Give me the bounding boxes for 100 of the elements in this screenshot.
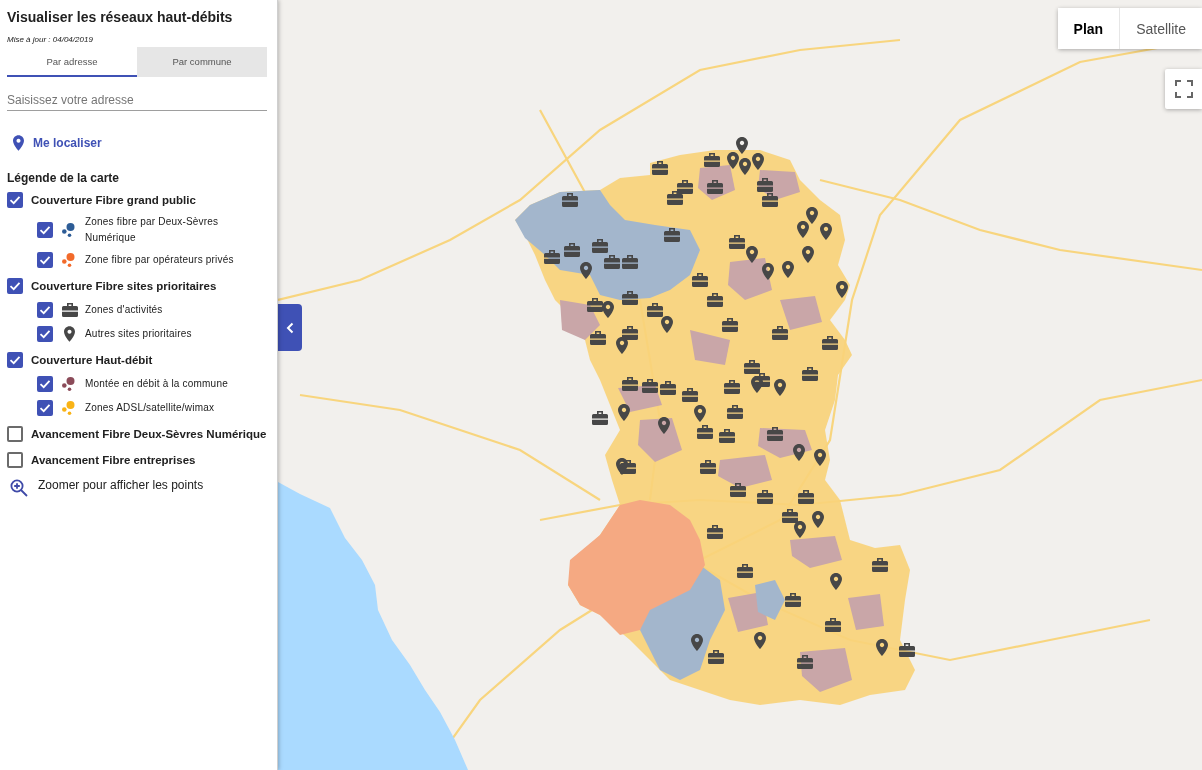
briefcase-marker-icon[interactable]: [622, 377, 638, 391]
briefcase-marker-icon[interactable]: [592, 239, 608, 253]
briefcase-marker-icon[interactable]: [724, 380, 740, 394]
briefcase-marker-icon[interactable]: [782, 509, 798, 523]
briefcase-marker-icon[interactable]: [647, 303, 663, 317]
collapse-sidebar-button[interactable]: [278, 304, 302, 351]
briefcase-marker-icon[interactable]: [704, 153, 720, 167]
map-pin-icon[interactable]: [691, 634, 703, 651]
briefcase-marker-icon[interactable]: [622, 326, 638, 340]
layer-label: Zones ADSL/satellite/wimax: [85, 401, 215, 415]
checkbox[interactable]: [7, 192, 23, 208]
briefcase-marker-icon[interactable]: [590, 331, 606, 345]
briefcase-marker-icon[interactable]: [899, 643, 915, 657]
map-pin-icon[interactable]: [616, 458, 628, 475]
briefcase-marker-icon[interactable]: [722, 318, 738, 332]
briefcase-marker-icon[interactable]: [622, 255, 638, 269]
checkbox[interactable]: [7, 452, 23, 468]
briefcase-marker-icon[interactable]: [737, 564, 753, 578]
map-pin-icon[interactable]: [751, 376, 763, 393]
map-pin-icon[interactable]: [752, 153, 764, 170]
map-pin-icon[interactable]: [754, 632, 766, 649]
briefcase-marker-icon[interactable]: [707, 293, 723, 307]
map-pin-icon[interactable]: [820, 223, 832, 240]
briefcase-marker-icon[interactable]: [772, 326, 788, 340]
map-pin-icon[interactable]: [830, 573, 842, 590]
checkbox[interactable]: [37, 252, 53, 268]
briefcase-marker-icon[interactable]: [762, 193, 778, 207]
briefcase-marker-icon[interactable]: [785, 593, 801, 607]
checkbox[interactable]: [37, 376, 53, 392]
map-pin-icon[interactable]: [876, 639, 888, 656]
briefcase-marker-icon[interactable]: [825, 618, 841, 632]
briefcase-marker-icon[interactable]: [700, 460, 716, 474]
map-pin-icon[interactable]: [802, 246, 814, 263]
briefcase-marker-icon[interactable]: [677, 180, 693, 194]
map-pin-icon[interactable]: [661, 316, 673, 333]
map-pin-icon[interactable]: [806, 207, 818, 224]
map-pin-icon[interactable]: [739, 158, 751, 175]
briefcase-marker-icon[interactable]: [592, 411, 608, 425]
briefcase-marker-icon[interactable]: [872, 558, 888, 572]
briefcase-marker-icon[interactable]: [564, 243, 580, 257]
map-pin-icon[interactable]: [797, 221, 809, 238]
map-type-button[interactable]: Satellite: [1119, 8, 1202, 49]
briefcase-marker-icon[interactable]: [744, 360, 760, 374]
briefcase-marker-icon[interactable]: [767, 427, 783, 441]
fullscreen-button[interactable]: [1165, 69, 1202, 109]
briefcase-marker-icon[interactable]: [544, 250, 560, 264]
map-pin-icon[interactable]: [794, 521, 806, 538]
map-pin-icon[interactable]: [762, 263, 774, 280]
briefcase-marker-icon[interactable]: [682, 388, 698, 402]
legend-title: Légende de la carte: [7, 171, 120, 185]
map-pin-icon[interactable]: [736, 137, 748, 154]
briefcase-marker-icon[interactable]: [802, 367, 818, 381]
search-tab[interactable]: Par commune: [137, 47, 267, 77]
map-pin-icon[interactable]: [658, 417, 670, 434]
briefcase-marker-icon[interactable]: [667, 191, 683, 205]
checkbox[interactable]: [37, 326, 53, 342]
map-pin-icon[interactable]: [814, 449, 826, 466]
checkbox[interactable]: [37, 400, 53, 416]
map-pin-icon[interactable]: [746, 246, 758, 263]
briefcase-marker-icon[interactable]: [707, 180, 723, 194]
briefcase-marker-icon[interactable]: [798, 490, 814, 504]
briefcase-marker-icon[interactable]: [719, 429, 735, 443]
map-pin-icon[interactable]: [618, 404, 630, 421]
briefcase-marker-icon[interactable]: [822, 336, 838, 350]
briefcase-marker-icon[interactable]: [652, 161, 668, 175]
checkbox[interactable]: [37, 302, 53, 318]
briefcase-marker-icon[interactable]: [692, 273, 708, 287]
map-pin-icon[interactable]: [616, 337, 628, 354]
map-type-button[interactable]: Plan: [1057, 8, 1120, 49]
checkbox[interactable]: [7, 426, 23, 442]
briefcase-marker-icon[interactable]: [707, 525, 723, 539]
map-pin-icon[interactable]: [836, 281, 848, 298]
map-pin-icon[interactable]: [793, 444, 805, 461]
briefcase-marker-icon[interactable]: [660, 381, 676, 395]
briefcase-marker-icon[interactable]: [708, 650, 724, 664]
speed-upgrade-zone: [690, 330, 730, 365]
checkbox[interactable]: [7, 278, 23, 294]
map-pin-icon[interactable]: [602, 301, 614, 318]
briefcase-marker-icon[interactable]: [697, 425, 713, 439]
locate-me-link[interactable]: Me localiser: [33, 136, 102, 150]
briefcase-marker-icon[interactable]: [729, 235, 745, 249]
briefcase-marker-icon[interactable]: [562, 193, 578, 207]
briefcase-marker-icon[interactable]: [604, 255, 620, 269]
briefcase-marker-icon[interactable]: [757, 490, 773, 504]
briefcase-marker-icon[interactable]: [757, 178, 773, 192]
map-pin-icon[interactable]: [580, 262, 592, 279]
briefcase-marker-icon[interactable]: [727, 405, 743, 419]
briefcase-marker-icon[interactable]: [797, 655, 813, 669]
map-pin-icon[interactable]: [774, 379, 786, 396]
briefcase-marker-icon[interactable]: [642, 379, 658, 393]
briefcase-marker-icon[interactable]: [587, 298, 603, 312]
briefcase-marker-icon[interactable]: [622, 291, 638, 305]
checkbox[interactable]: [7, 352, 23, 368]
map-pin-icon[interactable]: [812, 511, 824, 528]
briefcase-marker-icon[interactable]: [730, 483, 746, 497]
map-pin-icon[interactable]: [782, 261, 794, 278]
map-pin-icon[interactable]: [727, 152, 739, 169]
map-pin-icon[interactable]: [694, 405, 706, 422]
briefcase-marker-icon[interactable]: [664, 228, 680, 242]
checkbox[interactable]: [37, 222, 53, 238]
